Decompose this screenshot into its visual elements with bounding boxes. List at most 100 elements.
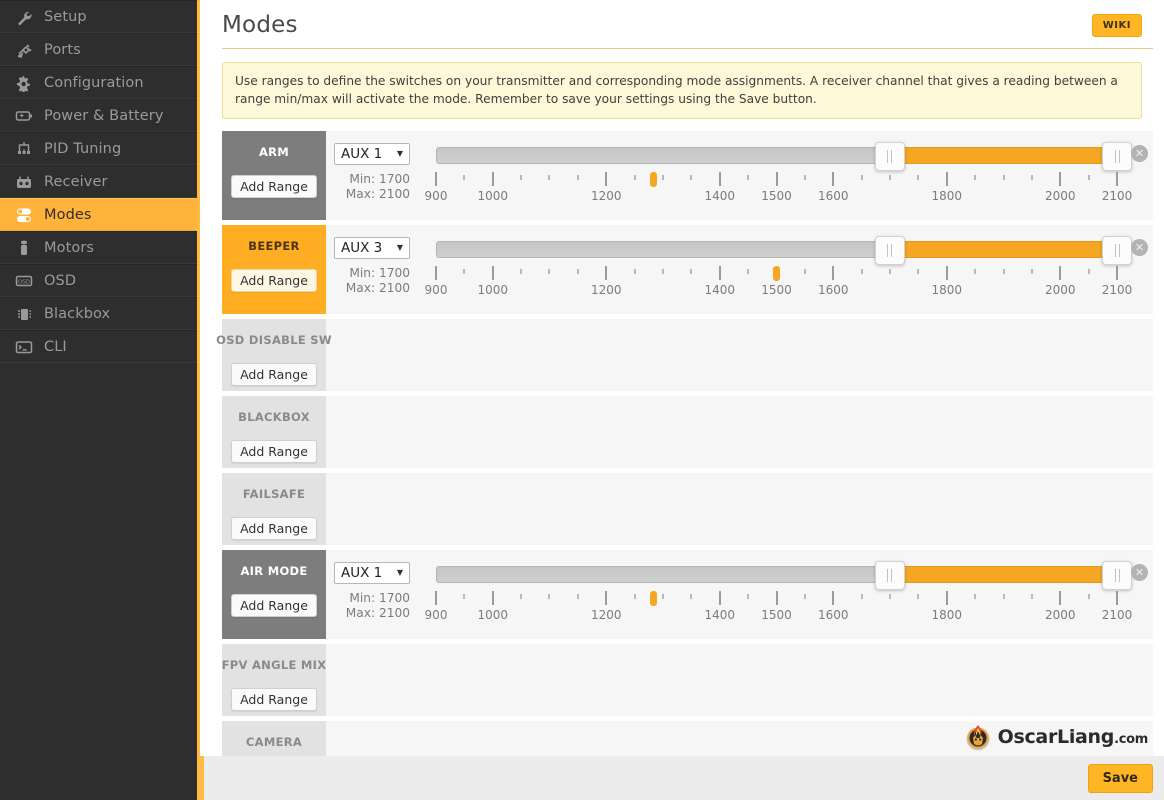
sidebar-item-power-battery[interactable]: Power & Battery (0, 99, 197, 132)
scale-tick (576, 593, 579, 599)
sidebar-item-label: Power & Battery (44, 107, 164, 124)
add-range-button[interactable]: Add Range (231, 593, 317, 617)
range-max: Max: 2100 (345, 606, 410, 621)
mode-name: OSD DISABLE SW (216, 332, 332, 347)
sidebar-item-setup[interactable]: Setup (0, 0, 197, 33)
add-range-button[interactable]: Add Range (231, 687, 317, 711)
sidebar-item-motors[interactable]: Motors (0, 231, 197, 264)
range-slider[interactable] (436, 141, 1132, 171)
sidebar-item-configuration[interactable]: Configuration (0, 66, 197, 99)
scale-tick (661, 174, 664, 180)
sidebar-item-ports[interactable]: Ports (0, 33, 197, 66)
save-button[interactable]: Save (1087, 763, 1153, 793)
sidebar-item-label: PID Tuning (44, 140, 122, 157)
sidebar-item-label: Modes (44, 206, 92, 223)
add-range-button[interactable]: Add Range (231, 268, 317, 292)
range-slider[interactable] (436, 560, 1132, 590)
mode-row: OSD DISABLE SW Add Range (216, 318, 1153, 391)
scale-tick (775, 171, 778, 186)
scale-tick-label: 2000 (1044, 188, 1076, 203)
sidebar-item-modes[interactable]: Modes (0, 198, 197, 231)
svg-text:OSD: OSD (17, 279, 29, 285)
add-range-button[interactable]: Add Range (231, 362, 317, 386)
scale-tick (605, 171, 608, 186)
scale-tick (945, 171, 948, 186)
range-max: Max: 2100 (345, 187, 410, 202)
scale-tick (1030, 268, 1033, 274)
main-area: Modes WIKI Use ranges to define the swit… (200, 0, 1164, 800)
channel-select[interactable]: AUX 1 ▼ (334, 561, 410, 584)
scale-tick-label: 1500 (761, 607, 792, 622)
scale-tick (1059, 590, 1062, 605)
slider-handle-max[interactable] (1102, 141, 1132, 171)
toggles-icon (14, 205, 33, 224)
sidebar-item-label: CLI (44, 338, 67, 355)
scale-tick (435, 590, 437, 605)
scale-tick (435, 171, 437, 186)
wiki-button[interactable]: WIKI (1091, 13, 1142, 37)
range-slider[interactable] (436, 235, 1132, 265)
channel-select[interactable]: AUX 3 ▼ (334, 236, 410, 259)
delete-range-button[interactable]: ✕ (1131, 238, 1148, 256)
mode-body: AUX 3 ▼ Min: 1700 Max: 2100 900 1000 1200 1400 1… (326, 225, 1153, 314)
add-range-button[interactable]: Add Range (231, 516, 317, 540)
chevron-down-icon: ▼ (396, 568, 403, 578)
scale-tick (1116, 265, 1118, 280)
mode-row: FAILSAFE Add Range (222, 472, 1153, 545)
slider-handle-min[interactable] (874, 141, 905, 171)
scale-tick (1030, 593, 1033, 599)
mode-header: AIR MODE Add Range (222, 549, 326, 639)
slider-handle-max[interactable] (1102, 235, 1132, 265)
wrench-icon (14, 7, 33, 26)
scale-tick-label: 1500 (761, 188, 792, 203)
sidebar-item-osd[interactable]: OSD OSD (0, 264, 197, 297)
range-slider-area: 900 1000 1200 1400 1500 1600 1800 2000 2100 ✕ (425, 560, 1153, 629)
channel-value-marker (649, 590, 657, 606)
sidebar-item-pid-tuning[interactable]: PID Tuning (0, 132, 197, 165)
mode-body (326, 319, 1153, 391)
scale-tick (974, 593, 977, 599)
sidebar-item-label: OSD (44, 272, 77, 289)
osd-icon: OSD (14, 271, 33, 290)
scale-tick-label: 1400 (704, 607, 736, 622)
scale-tick (491, 265, 494, 280)
range-controls: AUX 1 ▼ Min: 1700 Max: 2100 (326, 142, 436, 210)
scale-tick (747, 268, 750, 274)
add-range-button[interactable]: Add Range (231, 174, 317, 198)
scale-tick (775, 590, 778, 605)
mode-body: AUX 1 ▼ Min: 1700 Max: 2100 900 1000 1200 1400 1… (326, 550, 1153, 639)
slider-handle-min[interactable] (874, 235, 905, 265)
gear-icon (14, 73, 33, 92)
scale-tick (633, 174, 636, 180)
scale-tick (605, 590, 608, 605)
range-controls: AUX 1 ▼ Min: 1700 Max: 2100 (326, 561, 436, 629)
scale-tick (633, 268, 636, 274)
mode-name: FAILSAFE (242, 486, 306, 501)
scale-tick-label: 1000 (477, 188, 509, 203)
range-scale: 900 1000 1200 1400 1500 1600 1800 2000 2100 (425, 265, 1132, 304)
add-range-button[interactable]: Add Range (231, 439, 317, 463)
scale-tick (491, 171, 494, 186)
sidebar-item-receiver[interactable]: Receiver (0, 165, 197, 198)
slider-handle-max[interactable] (1102, 560, 1132, 590)
scale-tick (548, 593, 551, 599)
scale-tick (463, 593, 466, 599)
sidebar-item-blackbox[interactable]: Blackbox (0, 297, 197, 330)
delete-range-button[interactable]: ✕ (1131, 563, 1148, 581)
sidebar-item-label: Configuration (44, 74, 144, 91)
scale-tick (661, 268, 664, 274)
slider-handle-min[interactable] (874, 560, 905, 590)
page-header: Modes WIKI (222, 0, 1153, 49)
mode-name: FPV ANGLE MIX (221, 657, 327, 672)
channel-value-marker (773, 265, 780, 281)
scale-tick (803, 593, 806, 599)
scale-tick (832, 171, 835, 186)
channel-select[interactable]: AUX 1 ▼ (334, 142, 410, 165)
scale-tick-label: 1800 (931, 607, 963, 622)
delete-range-button[interactable]: ✕ (1131, 144, 1148, 162)
slider-fill (890, 240, 1117, 258)
channel-value-marker (649, 171, 657, 187)
range-minmax: Min: 1700 Max: 2100 (334, 591, 410, 623)
channel-select-value: AUX 3 (341, 239, 383, 256)
sidebar-item-cli[interactable]: CLI (0, 330, 197, 363)
